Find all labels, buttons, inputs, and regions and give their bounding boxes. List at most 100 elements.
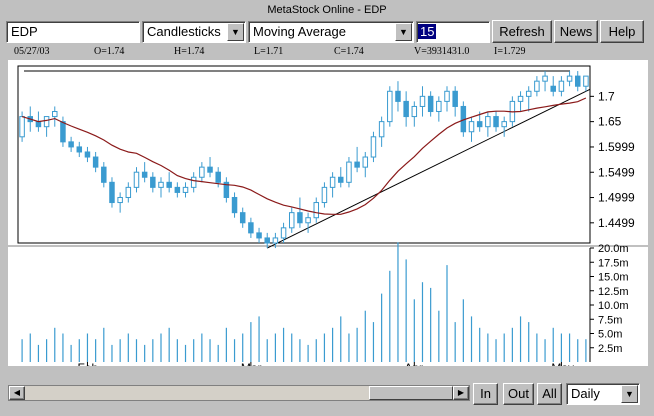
candle-body <box>35 121 42 128</box>
volume-tick-label: 7.5m <box>598 314 622 326</box>
indicator-value: Moving Average <box>253 24 346 39</box>
candle-body <box>199 166 205 178</box>
candle-body <box>370 136 377 158</box>
candle-body <box>76 146 83 153</box>
price-pane-frame <box>17 65 591 244</box>
month-label: May <box>551 361 574 366</box>
scrollbar-thumb[interactable] <box>369 386 453 400</box>
interval-select[interactable]: Daily ▼ <box>566 383 640 405</box>
indicator-select[interactable]: Moving Average ▼ <box>248 21 414 43</box>
show-all-button[interactable]: All <box>537 383 562 405</box>
news-button[interactable]: News <box>554 20 598 43</box>
candle-body <box>60 121 66 143</box>
refresh-button[interactable]: Refresh <box>492 20 552 43</box>
quote-high: H=1.74 <box>174 46 205 57</box>
candle-body <box>256 232 262 239</box>
candle-body <box>550 85 556 92</box>
quote-close: C=1.74 <box>334 46 364 57</box>
candle-body <box>288 212 295 229</box>
candle-body <box>354 161 360 168</box>
price-tick-label: 1.65 <box>598 115 622 129</box>
candle-body <box>329 176 336 188</box>
price-tick-label: 1.4499 <box>598 216 635 230</box>
candle-body <box>19 116 25 138</box>
zoom-in-button[interactable]: In <box>473 383 498 405</box>
candle-body <box>215 171 221 183</box>
candle-body <box>207 166 213 173</box>
support-trendline <box>267 88 591 249</box>
candle-body <box>313 202 320 219</box>
volume-tick-label: 5.0m <box>598 329 622 341</box>
scroll-left-icon[interactable]: ◀ <box>9 386 25 400</box>
candle-body <box>305 217 311 224</box>
zoom-out-button[interactable]: Out <box>503 383 534 405</box>
period-input[interactable]: 15 <box>416 21 490 43</box>
candle-body <box>321 186 328 204</box>
candle-body <box>501 121 507 128</box>
chevron-down-icon[interactable]: ▼ <box>395 23 412 41</box>
candle-body <box>452 90 458 107</box>
candle-body <box>476 121 483 128</box>
candle-body <box>68 141 74 148</box>
interval-value: Daily <box>571 386 600 401</box>
volume-tick-label: 2.5m <box>598 343 622 355</box>
candle-body <box>280 227 287 239</box>
candle-body <box>427 95 434 113</box>
candle-body <box>395 90 401 102</box>
candle-body <box>101 166 107 183</box>
chart-area[interactable]: 1.7 1.65 1.5999 1.5499 1.4999 1.4499 20.0m 17.5… <box>8 60 648 366</box>
scroll-right-icon[interactable]: ▶ <box>453 386 469 400</box>
volume-tick-label: 20.0m <box>598 243 629 255</box>
candle-body <box>190 176 197 188</box>
candle-body <box>158 181 164 188</box>
candle-body <box>558 80 565 92</box>
quote-low: L=1.71 <box>254 46 284 57</box>
volume-tick-label: 17.5m <box>598 257 629 269</box>
moving-average-line <box>21 97 587 215</box>
quote-open: O=1.74 <box>94 46 125 57</box>
candle-body <box>583 75 589 87</box>
candle-body <box>525 90 532 97</box>
candle-body <box>566 75 573 82</box>
candle-body <box>182 186 189 193</box>
month-label: Apr <box>404 361 423 366</box>
chevron-down-icon[interactable]: ▼ <box>621 385 638 403</box>
candle-body <box>346 161 352 183</box>
candle-body <box>141 171 148 178</box>
candle-body <box>166 181 172 188</box>
month-label: Feb <box>77 361 98 366</box>
volume-tick-label: 15.0m <box>598 272 629 284</box>
price-volume-chart[interactable]: 1.7 1.65 1.5999 1.5499 1.4999 1.4499 20.0m 17.5… <box>8 60 648 366</box>
candle-body <box>174 186 181 193</box>
chevron-down-icon[interactable]: ▼ <box>227 23 244 41</box>
month-label: Mar <box>241 361 262 366</box>
horizontal-scrollbar[interactable]: ◀ ▶ <box>8 385 470 401</box>
symbol-input[interactable]: EDP <box>6 21 140 43</box>
candle-body <box>92 156 99 168</box>
chart-style-select[interactable]: Candlesticks ▼ <box>142 21 246 43</box>
price-tick-label: 1.4999 <box>598 191 635 205</box>
candle-body <box>150 176 156 188</box>
candle-body <box>231 196 238 214</box>
candle-body <box>534 80 540 92</box>
candle-body <box>403 100 409 118</box>
candle-body <box>419 95 426 107</box>
candle-body <box>338 176 344 183</box>
candle-body <box>542 75 548 82</box>
candle-body <box>493 116 499 128</box>
candle-body <box>387 90 393 123</box>
candle-body <box>52 111 58 118</box>
candle-body <box>574 75 581 87</box>
candle-body <box>362 156 369 168</box>
candle-body <box>84 151 91 158</box>
window-title: MetaStock Online - EDP <box>267 4 387 16</box>
help-button[interactable]: Help <box>600 20 644 43</box>
volume-tick-label: 12.5m <box>598 286 629 298</box>
price-tick-label: 1.5999 <box>598 140 635 154</box>
candle-body <box>436 100 442 113</box>
candle-body <box>117 196 123 204</box>
period-value: 15 <box>418 24 437 39</box>
candle-body <box>109 181 115 204</box>
candle-body <box>125 186 132 198</box>
candle-body <box>264 237 270 244</box>
